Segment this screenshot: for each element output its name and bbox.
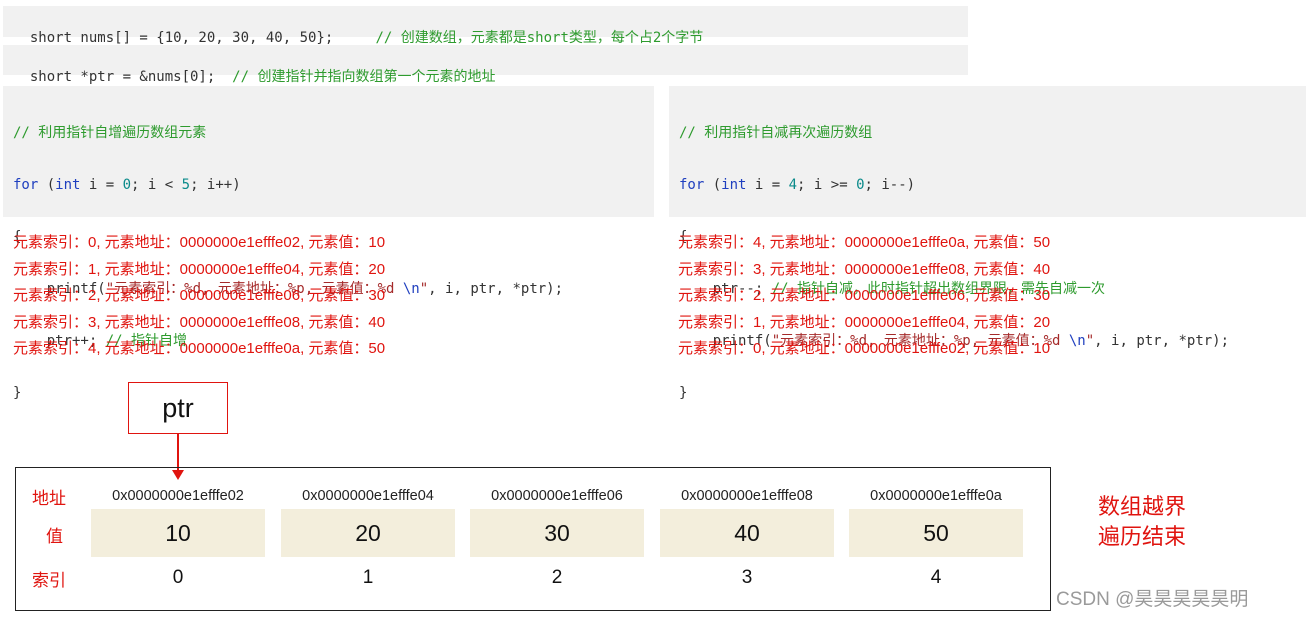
- cell-value: 10: [91, 509, 265, 557]
- output-line: 元素索引：1, 元素地址：0000000e1efffe04, 元素值：20: [678, 313, 1051, 331]
- cell-address: 0x0000000e1efffe02: [112, 488, 244, 504]
- pointer-label-box: ptr: [128, 382, 228, 434]
- cell-index: 4: [930, 567, 942, 588]
- cell-value: 50: [849, 509, 1023, 557]
- note-line: 遍历结束: [1098, 525, 1187, 550]
- output-line: 元素索引：0, 元素地址：0000000e1efffe02, 元素值：10: [678, 340, 1051, 357]
- output-line: 元素索引：1, 元素地址：0000000e1efffe04, 元素值：20: [13, 260, 386, 278]
- output-log-increment: 元素索引：0, 元素地址：0000000e1efffe02, 元素值：10 元素…: [13, 230, 385, 363]
- cell-index: 3: [741, 567, 753, 588]
- cell-index: 2: [551, 567, 563, 588]
- output-log-decrement: 元素索引：4, 元素地址：0000000e1efffe0a, 元素值：50 元素…: [678, 230, 1050, 363]
- output-line: 元素索引：4, 元素地址：0000000e1efffe0a, 元素值：50: [678, 234, 1051, 251]
- cell-index: 0: [172, 567, 184, 588]
- output-line: 元素索引：2, 元素地址：0000000e1efffe06, 元素值：30: [678, 287, 1051, 304]
- array-decl-comment: // 创建数组，元素都是short类型，每个占2个字节: [375, 30, 704, 46]
- output-line: 元素索引：3, 元素地址：0000000e1efffe08, 元素值：40: [13, 313, 386, 331]
- increment-loop-comment: // 利用指针自增遍历数组元素: [13, 125, 207, 141]
- increment-loop-for-line: for (int i = 0; i < 5; i++): [13, 177, 241, 193]
- pointer-decl-comment: // 创建指针并指向数组第一个元素的地址: [232, 69, 496, 85]
- output-line: 元素索引：3, 元素地址：0000000e1efffe08, 元素值：40: [678, 260, 1051, 278]
- code-block-decrement-loop: // 利用指针自减再次遍历数组 for (int i = 4; i >= 0; …: [669, 86, 1306, 401]
- pointer-decl-code: short *ptr = &nums[0];: [29, 69, 216, 85]
- out-of-bounds-note: 数组越界 遍历结束: [1098, 493, 1186, 553]
- cell-address: 0x0000000e1efffe0a: [870, 488, 1002, 504]
- row-label-address: 地址: [32, 489, 66, 509]
- code-line-array-decl: short nums[] = {10, 20, 30, 40, 50}; // …: [3, 6, 968, 46]
- increment-loop-brace-close: }: [13, 385, 22, 401]
- cell-value: 30: [470, 509, 644, 557]
- decrement-loop-comment: // 利用指针自减再次遍历数组: [679, 125, 873, 141]
- code-line-pointer-decl: short *ptr = &nums[0]; // 创建指针并指向数组第一个元素…: [3, 45, 968, 85]
- output-line: 元素索引：4, 元素地址：0000000e1efffe0a, 元素值：50: [13, 340, 386, 357]
- array-decl-code: short nums[] = {10, 20, 30, 40, 50};: [29, 30, 334, 46]
- decrement-loop-for-line: for (int i = 4; i >= 0; i--): [679, 177, 916, 193]
- code-block-increment-loop: // 利用指针自增遍历数组元素 for (int i = 0; i < 5; i…: [3, 86, 654, 401]
- watermark: CSDN @昊昊昊昊昊明: [1056, 589, 1249, 610]
- cell-address: 0x0000000e1efffe08: [681, 488, 813, 504]
- cell-index: 1: [362, 567, 374, 588]
- note-line: 数组越界: [1098, 495, 1187, 520]
- decrement-loop-brace-close: }: [679, 385, 688, 401]
- output-line: 元素索引：0, 元素地址：0000000e1efffe02, 元素值：10: [13, 234, 386, 251]
- cell-address: 0x0000000e1efffe06: [491, 488, 623, 504]
- cell-value: 40: [660, 509, 834, 557]
- cell-address: 0x0000000e1efffe04: [302, 488, 434, 504]
- row-label-index: 索引: [32, 571, 66, 591]
- row-label-value: 值: [46, 527, 63, 547]
- output-line: 元素索引：2, 元素地址：0000000e1efffe06, 元素值：30: [13, 287, 386, 304]
- cell-value: 20: [281, 509, 455, 557]
